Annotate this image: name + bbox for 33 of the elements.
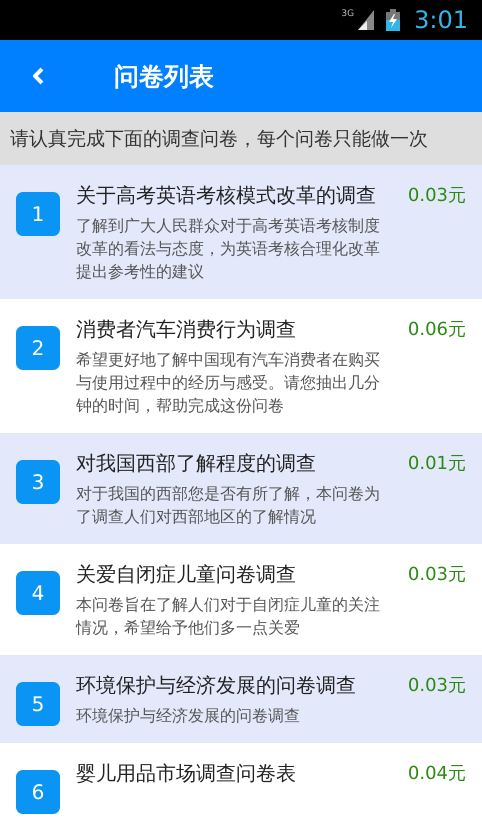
survey-title: 消费者汽车消费行为调查 <box>76 316 297 343</box>
back-icon <box>32 67 44 85</box>
signal-icon <box>358 10 374 30</box>
survey-title: 环境保护与经济发展的问卷调查 <box>76 672 357 699</box>
survey-title: 关于高考英语考核模式改革的调查 <box>76 182 377 209</box>
reward-amount: 0.03元 <box>408 563 466 586</box>
battery-charging-icon <box>386 9 400 31</box>
survey-title: 对我国西部了解程度的调查 <box>76 450 317 477</box>
reward-amount: 0.04元 <box>408 762 466 785</box>
survey-item[interactable]: 3 对我国西部了解程度的调查 对于我国的西部您是否有所了解，本问卷为了调查人们对西部地区的了解情况 0.01元 <box>0 433 482 544</box>
reward-amount: 0.03元 <box>408 674 466 697</box>
page-title: 问卷列表 <box>114 60 214 92</box>
survey-item[interactable]: 1 关于高考英语考核模式改革的调查 了解到广大人民群众对于高考英语考核制度改革的看法与态度，为英语考核合理化改革提出参考性的建议 0.03元 <box>0 165 482 299</box>
survey-description: 对于我国的西部您是否有所了解，本问卷为了调查人们对西部地区的了解情况 <box>76 483 381 528</box>
survey-title: 婴儿用品市场调查问卷表 <box>76 760 297 787</box>
survey-description: 本问卷旨在了解人们对于自闭症儿童的关注情况，希望给予他们多一点关爱 <box>76 594 381 639</box>
reward-amount: 0.01元 <box>408 452 466 475</box>
survey-description: 希望更好地了解中国现有汽车消费者在购买与使用过程中的经历与感受。请您抽出几分钟的时间，帮助完成这份问卷 <box>76 349 381 417</box>
notice-text: 请认真完成下面的调查问卷，每个问卷只能做一次 <box>10 126 428 152</box>
clock: 3:01 <box>414 6 468 34</box>
number-badge: 3 <box>16 460 60 504</box>
reward-amount: 0.03元 <box>408 184 466 207</box>
number-badge: 5 <box>16 682 60 726</box>
reward-amount: 0.06元 <box>408 318 466 341</box>
network-type: 3G <box>341 9 354 19</box>
survey-description: 环境保护与经济发展的问卷调查 <box>76 705 301 727</box>
number-badge: 4 <box>16 571 60 615</box>
number-badge: 6 <box>16 770 60 814</box>
number-badge: 2 <box>16 326 60 370</box>
number-badge: 1 <box>16 192 60 236</box>
survey-description: 了解到广大人民群众对于高考英语考核制度改革的看法与态度，为英语考核合理化改革提出参考性的建议 <box>76 215 381 283</box>
survey-item[interactable]: 5 环境保护与经济发展的问卷调查 环境保护与经济发展的问卷调查 0.03元 <box>0 655 482 743</box>
survey-title: 关爱自闭症儿童问卷调查 <box>76 561 297 588</box>
